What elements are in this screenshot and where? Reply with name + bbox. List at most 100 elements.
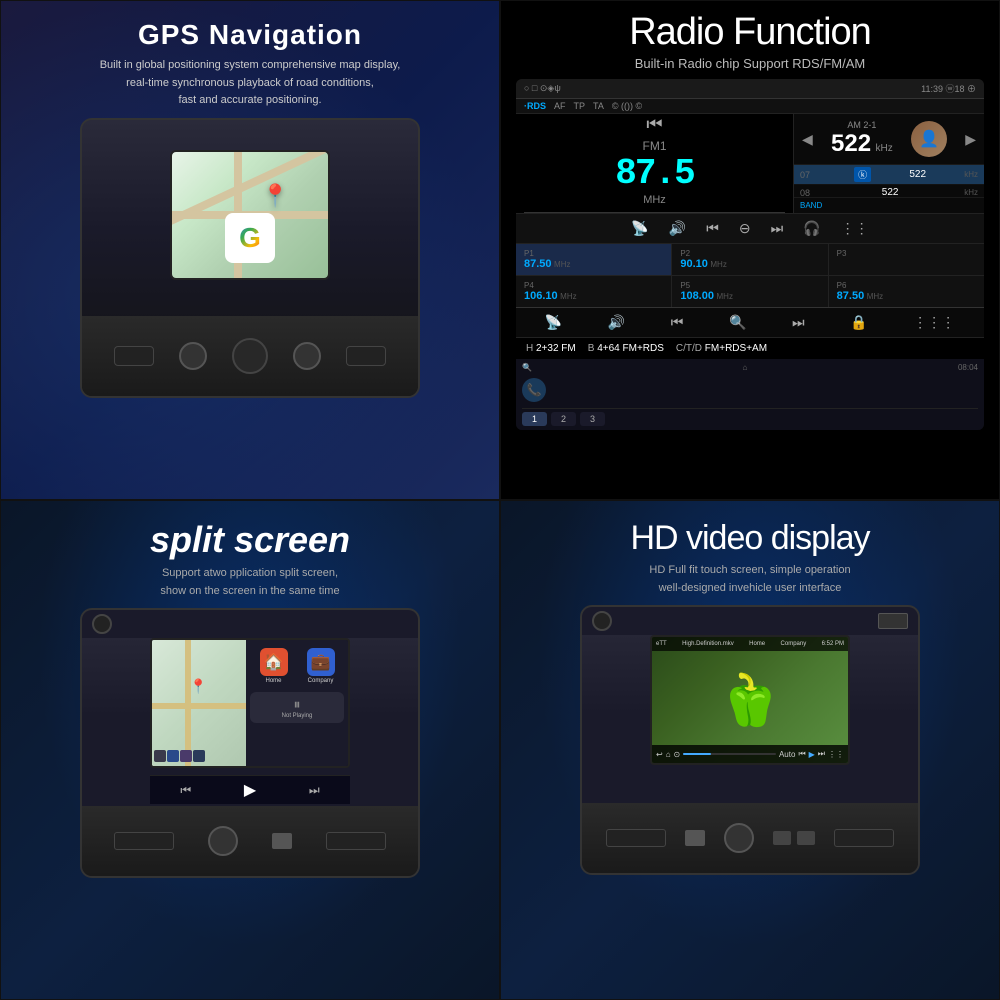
radio-cast-icon[interactable]: 📡 (631, 220, 648, 237)
steering-wheel-icon (92, 614, 112, 634)
dash-button-right[interactable] (293, 342, 321, 370)
phone-content: 📞 (522, 374, 978, 406)
radio-arrow-left-icon[interactable]: ◀ (802, 131, 813, 148)
hd-hazard-button[interactable] (685, 830, 705, 846)
ctrl-eq-icon[interactable]: ⋮⋮⋮ (913, 314, 955, 331)
split-center-button[interactable] (208, 826, 238, 856)
split-car-bottom (82, 806, 418, 876)
radio-fm-label: FM1 (643, 139, 667, 153)
radio-am-label: AM 2-1 (831, 120, 893, 130)
split-vent-right (326, 832, 386, 850)
radio-band-indicator: BAND (794, 197, 984, 213)
split-app-company[interactable]: 💼 Company (307, 648, 335, 684)
dash-button-center[interactable] (232, 338, 268, 374)
preset-freq-p2: 90.10 (680, 258, 708, 270)
band-label: BAND (800, 201, 822, 210)
split-app-home[interactable]: 🏠 Home (260, 648, 288, 684)
spec-b: B 4+64 FM+RDS (588, 343, 664, 354)
hd-vent-right (834, 829, 894, 847)
company-app-label: Company (308, 678, 334, 684)
split-vent-left (114, 832, 174, 850)
hd-steering-wheel-icon (592, 611, 612, 631)
hd-center-button[interactable] (724, 823, 754, 853)
home-app-icon: 🏠 (260, 648, 288, 676)
media-skip-back-icon[interactable]: ⏮ (180, 783, 191, 798)
radio-volume-icon[interactable]: 🔊 (669, 220, 686, 237)
ctrl-prev-icon[interactable]: ⏮ (671, 314, 684, 331)
hd-progress-bar[interactable] (683, 753, 776, 755)
radio-nav-controls: ⏮ (646, 114, 662, 135)
hd-ctrl-prev-icon[interactable]: ⏮ (798, 749, 805, 759)
ctrl-zoom-icon[interactable]: 🔍 (729, 314, 746, 331)
split-map-pin-icon: 📍 (190, 678, 207, 695)
hd-auto-label: Auto (779, 750, 795, 759)
ctrl-cast-icon[interactable]: 📡 (545, 314, 562, 331)
radio-preset-p3[interactable]: P3 (829, 244, 984, 275)
radio-station-item-07[interactable]: 07 ⓚ 522 kHz (794, 165, 984, 185)
preset-freq-p5: 108.00 (680, 290, 714, 302)
radio-spec-bar: H 2+32 FM B 4+64 FM+RDS C/T/D FM+RDS+AM (516, 338, 984, 359)
ctrl-vol-icon[interactable]: 🔊 (608, 314, 625, 331)
radio-preset-p6[interactable]: P6 87.50 MHz (829, 276, 984, 307)
split-apps-row: 🏠 Home 💼 Company (250, 648, 344, 684)
hd-video-time: 6:52 PM (822, 641, 844, 647)
hazard-button[interactable] (272, 833, 292, 849)
radio-title: Radio Function (629, 11, 871, 54)
radio-avatar-thumb: 👤 (911, 121, 947, 157)
radio-skip-fwd-icon[interactable]: ⏭ (771, 220, 784, 237)
ctrl-next-icon[interactable]: ⏭ (792, 314, 805, 331)
hd-ctrl-back-icon[interactable]: ↩ (656, 750, 663, 759)
rds-af: AF (554, 101, 566, 111)
hd-right-controls (773, 831, 815, 845)
rds-ta: TA (593, 101, 604, 111)
split-car-interior: 16:08 4G 📍 (80, 608, 420, 878)
media-skip-fwd-icon[interactable]: ⏭ (309, 783, 320, 798)
phone-call-icon[interactable]: 📞 (522, 378, 546, 402)
hd-ctrl-grid-icon[interactable]: ⋮⋮ (828, 750, 844, 759)
phone-app-2 (167, 750, 179, 762)
hd-right-btn-1[interactable] (773, 831, 791, 845)
radio-prev-icon[interactable]: ⏮ (646, 114, 662, 135)
hd-ctrl-home-icon[interactable]: ⌂ (666, 750, 671, 759)
radio-station-panel: ◀ AM 2-1 522 kHz 👤 ▶ 07 ⓚ (794, 114, 984, 213)
hd-video-home: Home (749, 641, 765, 647)
preset-freq-p1: 87.50 (524, 258, 552, 270)
radio-skip-back-icon[interactable]: ⏮ (706, 220, 719, 237)
hd-title: HD video display (630, 519, 869, 558)
radio-preset-p5[interactable]: P5 108.00 MHz (672, 276, 827, 307)
phone-tab-3[interactable]: 3 (580, 412, 605, 426)
radio-arrow-right-icon[interactable]: ▶ (965, 131, 976, 148)
dash-button-left[interactable] (179, 342, 207, 370)
hd-vent-left (606, 829, 666, 847)
radio-preset-p1[interactable]: P1 87.50 MHz (516, 244, 671, 275)
hd-right-btn-2[interactable] (797, 831, 815, 845)
media-play-icon[interactable]: ▶ (244, 780, 256, 800)
preset-unit-p1: MHz (554, 260, 570, 269)
ctrl-lock-icon[interactable]: 🔒 (850, 314, 867, 331)
radio-headphone-icon[interactable]: 🎧 (803, 220, 820, 237)
hd-ctrl-play-icon[interactable]: ▶ (809, 750, 815, 759)
radio-rds-bar: ·RDS AF TP TA © (()) © (516, 99, 984, 114)
gps-title: GPS Navigation (138, 19, 362, 51)
radio-station-main: ◀ AM 2-1 522 kHz 👤 ▶ (794, 114, 984, 165)
phone-tab-1[interactable]: 1 (522, 412, 547, 426)
car-interior: 📍 G (80, 118, 420, 398)
not-playing-label: Not Playing (282, 713, 313, 719)
rds-symbols: © (()) © (612, 101, 642, 111)
phone-tab-2[interactable]: 2 (551, 412, 576, 426)
home-app-label: Home (265, 678, 281, 684)
radio-eq-icon[interactable]: ⋮⋮ (841, 220, 869, 237)
radio-status-left: ○ □ ⊙◈ψ (524, 83, 561, 94)
radio-station-item-08[interactable]: 08 522 kHz (794, 185, 984, 197)
radio-preset-p4[interactable]: P4 106.10 MHz (516, 276, 671, 307)
radio-minus-icon[interactable]: ⊖ (739, 220, 751, 237)
hd-video-company: Company (781, 641, 807, 647)
hd-video-controls: ↩ ⌂ ⊙ Auto ⏮ ▶ ⏭ ⋮⋮ (652, 745, 848, 763)
radio-subtitle: Built-in Radio chip Support RDS/FM/AM (635, 56, 865, 71)
radio-preset-p2[interactable]: P2 90.10 MHz (672, 244, 827, 275)
preset-unit-p2: MHz (710, 260, 726, 269)
hd-ctrl-settings-icon[interactable]: ⊙ (674, 750, 681, 759)
hd-ctrl-next-icon[interactable]: ⏭ (818, 749, 825, 759)
split-subtitle: Support atwo pplication split screen,sho… (160, 565, 339, 600)
split-car-container: 16:08 4G 📍 (21, 608, 479, 878)
